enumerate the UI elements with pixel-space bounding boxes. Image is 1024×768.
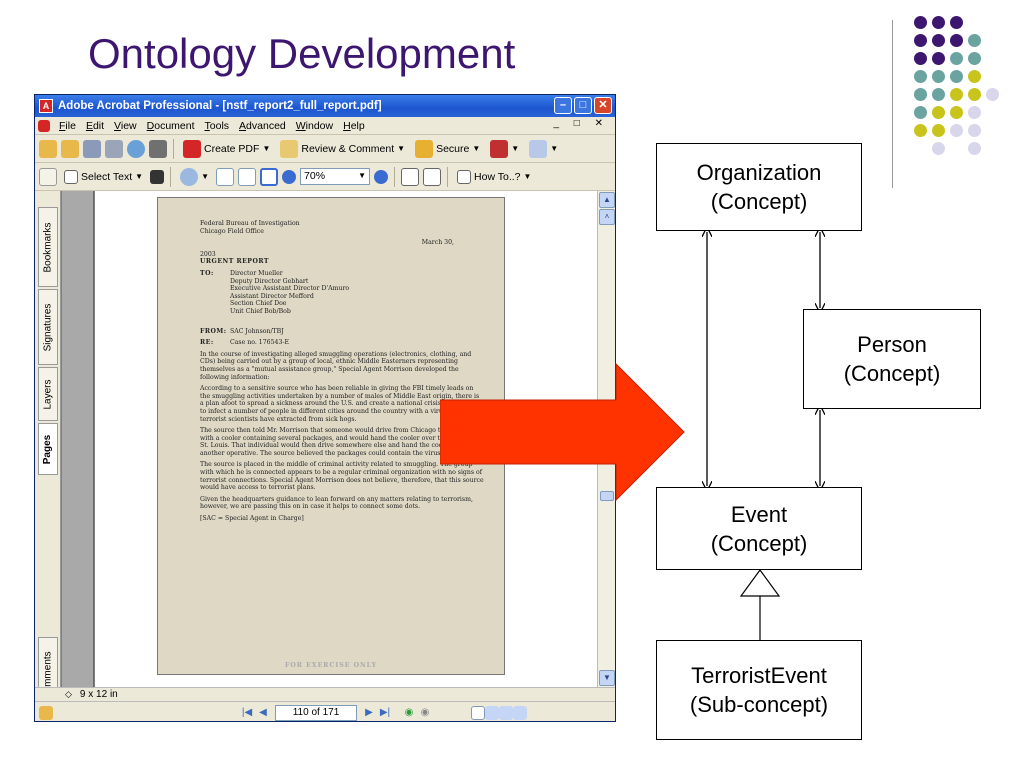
concept-kind: (Concept) — [710, 530, 808, 556]
person-concept-box: Person (Concept) — [803, 309, 981, 409]
organization-concept-box: Organization (Concept) — [656, 143, 862, 231]
concept-name: Person — [857, 332, 927, 357]
concept-kind: (Sub-concept) — [689, 692, 829, 717]
terrorist-event-subconcept-box: TerroristEvent (Sub-concept) — [656, 640, 862, 740]
inheritance-triangle-icon — [739, 568, 781, 597]
concept-name: TerroristEvent — [691, 663, 827, 688]
concept-name: Event — [730, 501, 788, 527]
event-concept-box: Event (Concept) — [656, 487, 862, 570]
concept-kind: (Concept) — [843, 361, 941, 386]
concept-name: Organization — [696, 160, 822, 185]
concept-kind: (Concept) — [710, 189, 808, 214]
